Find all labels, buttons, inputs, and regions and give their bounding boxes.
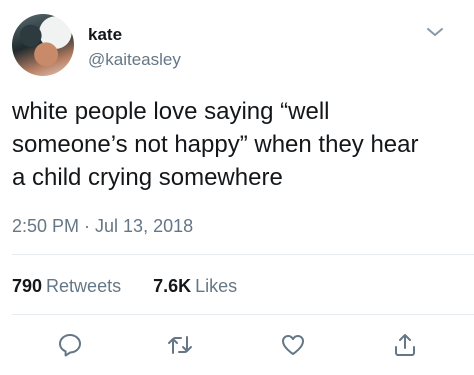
tweet-text-line: someone’s not happy” when they hear bbox=[12, 131, 419, 158]
like-button[interactable] bbox=[278, 330, 308, 360]
reply-button[interactable] bbox=[55, 330, 85, 360]
divider bbox=[12, 254, 474, 255]
author-handle[interactable]: @kaiteasley bbox=[88, 50, 181, 70]
tweet-text-line: a child crying somewhere bbox=[12, 164, 283, 191]
retweets-count: 790 bbox=[12, 276, 43, 296]
author-display-name[interactable]: kate bbox=[88, 25, 122, 45]
retweet-icon bbox=[168, 336, 192, 354]
retweet-button[interactable] bbox=[165, 330, 195, 360]
share-button[interactable] bbox=[390, 330, 420, 360]
tweet-text: white people love saying “well someone’s… bbox=[12, 95, 462, 194]
avatar[interactable] bbox=[12, 14, 74, 76]
likes-count: 7.6K bbox=[153, 276, 192, 296]
share-icon bbox=[395, 334, 415, 356]
tweet-actions bbox=[0, 330, 474, 360]
retweets-label: Retweets bbox=[46, 276, 122, 296]
tweet-text-line: white people love saying “well bbox=[12, 98, 330, 125]
chevron-down-icon[interactable] bbox=[426, 26, 444, 38]
likes-stat[interactable]: 7.6K Likes bbox=[153, 276, 237, 297]
tweet-stats: 790 Retweets 7.6K Likes bbox=[12, 276, 237, 297]
tweet-timestamp[interactable]: 2:50 PM · Jul 13, 2018 bbox=[12, 216, 193, 237]
likes-label: Likes bbox=[195, 276, 238, 296]
reply-icon bbox=[59, 334, 81, 357]
retweets-stat[interactable]: 790 Retweets bbox=[12, 276, 121, 297]
divider bbox=[12, 314, 474, 315]
heart-icon bbox=[282, 335, 304, 355]
